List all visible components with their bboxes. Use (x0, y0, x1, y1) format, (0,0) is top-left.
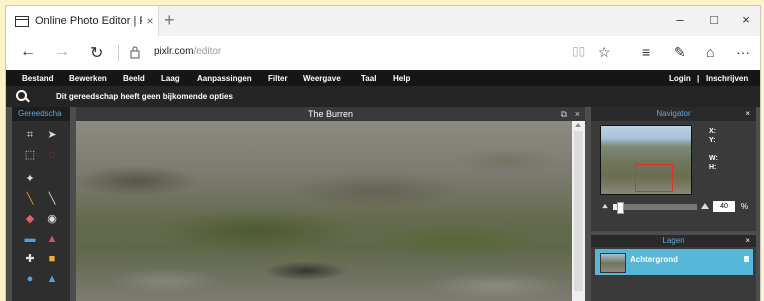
close-window-button[interactable]: × (736, 12, 756, 27)
navigator-title-bar: Navigator × (591, 107, 756, 121)
hub-icon[interactable]: ≡ (642, 44, 650, 60)
menu-item-weergave[interactable]: Weergave (303, 74, 341, 83)
navigator-thumbnail[interactable] (600, 125, 692, 195)
minimize-button[interactable]: – (670, 12, 690, 27)
divider (118, 45, 119, 61)
menu-item-beeld[interactable]: Beeld (123, 74, 145, 83)
menu-item-taal[interactable]: Taal (361, 74, 376, 83)
wand-tool-icon[interactable]: ✦ (22, 172, 38, 186)
zoom-in-icon[interactable] (701, 203, 709, 209)
forward-button[interactable]: → (54, 43, 70, 61)
layers-title-bar: Lagen × (591, 235, 756, 247)
scroll-up-icon[interactable] (575, 123, 581, 127)
h-label: H: (709, 164, 717, 171)
layers-panel: Lagen × Achtergrond (591, 235, 756, 301)
new-tab-button[interactable]: + (164, 10, 175, 31)
workspace: Gereedscha ⌗ ➤ ⬚ ◌ ✦ ╲ ╲ ◆ ◉ ▬ ▲ ✚ ■ ● ▲ The Burren ⧉ … (6, 107, 760, 301)
menu-item-bestand[interactable]: Bestand (22, 74, 54, 83)
marquee-tool-icon[interactable]: ⬚ (22, 148, 38, 162)
navigator-title: Navigator (656, 109, 691, 118)
navigator-viewport-box[interactable] (635, 164, 673, 192)
menu-item-filter[interactable]: Filter (268, 74, 288, 83)
tool-options-message: Dit gereedschap heeft geen bijkomende op… (56, 92, 233, 101)
refresh-button[interactable]: ↻ (90, 43, 103, 63)
address-bar: ← → ↻ pixlr.com/editor ▯▯ ☆ ≡ ✎ ⌂ ··· (6, 36, 760, 71)
tab-title: Online Photo Editor | Pi: (35, 15, 142, 27)
more-icon[interactable]: ··· (736, 44, 750, 60)
shape-tool-icon[interactable]: ■ (44, 252, 60, 266)
tab-close-icon[interactable]: × (142, 14, 158, 28)
crop-tool-icon[interactable]: ⌗ (22, 128, 38, 142)
menu-item-bewerken[interactable]: Bewerken (69, 74, 107, 83)
layer-name: Achtergrond (630, 255, 678, 264)
pencil-tool-icon[interactable]: ╲ (22, 192, 38, 206)
popout-icon[interactable]: ⧉ (561, 107, 567, 121)
menu-item-help[interactable]: Help (393, 74, 410, 83)
tools-grid: ⌗ ➤ ⬚ ◌ ✦ ╲ ╲ ◆ ◉ ▬ ▲ ✚ ■ ● ▲ (12, 121, 70, 289)
navigator-panel: Navigator × X: Y: W: H: 40 % (591, 107, 756, 231)
gradient-tool-icon[interactable]: ▬ (22, 232, 38, 246)
page-icon (15, 15, 29, 27)
navigator-coordinates: X: Y: W: H: (709, 127, 718, 172)
bucket-tool-icon[interactable]: ◉ (44, 212, 60, 226)
navigator-close-icon[interactable]: × (745, 107, 750, 121)
tools-panel-title: Gereedscha (12, 107, 70, 121)
document-close-icon[interactable]: × (575, 107, 580, 121)
zoom-row: 40 % (601, 201, 751, 214)
web-note-icon[interactable]: ✎ (674, 44, 686, 61)
x-label: X: (709, 128, 716, 135)
zoom-out-icon[interactable] (602, 203, 608, 209)
zoom-tool-icon (16, 90, 27, 101)
back-button[interactable]: ← (20, 43, 36, 61)
drop-tool-icon[interactable]: ● (22, 272, 38, 286)
layers-title: Lagen (662, 236, 685, 245)
login-link[interactable]: Login (669, 74, 691, 83)
browser-window: Online Photo Editor | Pi: × + – □ × ← → … (5, 5, 761, 301)
vertical-scrollbar[interactable] (572, 121, 585, 301)
document-window: The Burren ⧉ × (76, 107, 585, 301)
reading-view-icon[interactable]: ▯▯ (572, 44, 585, 58)
menu-item-aanpassingen[interactable]: Aanpassingen (197, 74, 252, 83)
document-title-bar: The Burren ⧉ × (76, 107, 585, 121)
sharpen-tool-icon[interactable]: ▲ (44, 272, 60, 286)
lasso-tool-icon[interactable]: ◌ (44, 148, 60, 162)
maximize-button[interactable]: □ (704, 12, 724, 27)
zoom-input[interactable]: 40 (713, 201, 735, 212)
url-path: /editor (193, 46, 222, 57)
url-field[interactable]: pixlr.com/editor (154, 46, 221, 57)
scrollbar-thumb[interactable] (574, 131, 583, 291)
drawing-tool-icon[interactable]: ✚ (22, 252, 38, 266)
tab-bar: Online Photo Editor | Pi: × + – □ × (6, 6, 760, 36)
eraser-tool-icon[interactable]: ◆ (22, 212, 38, 226)
w-label: W: (709, 155, 718, 162)
zoom-slider-handle[interactable] (617, 202, 625, 214)
zoom-slider[interactable] (613, 202, 697, 214)
menu-separator: | (697, 74, 700, 83)
tools-panel: Gereedscha ⌗ ➤ ⬚ ◌ ✦ ╲ ╲ ◆ ◉ ▬ ▲ ✚ ■ ● ▲ (12, 107, 70, 301)
stamp-tool-icon[interactable]: ▲ (44, 232, 60, 246)
layer-item[interactable]: Achtergrond (595, 249, 753, 275)
favorite-star-icon[interactable]: ☆ (598, 44, 611, 61)
brush-tool-icon[interactable]: ╲ (44, 192, 60, 206)
browser-tab[interactable]: Online Photo Editor | Pi: × (6, 6, 159, 36)
canvas-image[interactable] (76, 121, 572, 301)
app-menu-bar: Bestand Bewerken Beeld Laag Aanpassingen… (6, 70, 760, 86)
share-icon[interactable]: ⌂ (706, 44, 714, 60)
menu-item-laag[interactable]: Laag (161, 74, 180, 83)
document-title: The Burren (307, 109, 354, 119)
url-host: pixlr.com (154, 46, 194, 57)
layers-close-icon[interactable]: × (745, 235, 750, 247)
lock-icon (130, 46, 140, 59)
lock-icon[interactable] (744, 256, 749, 262)
move-tool-icon[interactable]: ➤ (44, 128, 60, 142)
register-link[interactable]: Inschrijven (706, 74, 748, 83)
zoom-unit: % (741, 202, 749, 211)
y-label: Y: (709, 137, 716, 144)
layer-thumbnail (600, 253, 626, 273)
empty-tool-slot (44, 165, 60, 179)
tool-options-bar: Dit gereedschap heeft geen bijkomende op… (6, 86, 760, 107)
